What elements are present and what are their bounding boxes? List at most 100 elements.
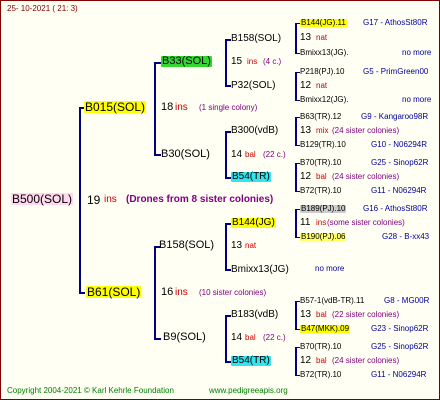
g4-queen: B72(TR).10	[300, 370, 342, 379]
grandparent-queen-1: B33(SOL)	[161, 55, 212, 67]
parent-queen-2: B61(SOL)	[86, 285, 142, 299]
pedigree-chart: 25- 10-2021 ( 21: 3) B500(SOL) 19 ins (D…	[0, 0, 440, 400]
p1-num: 18	[161, 101, 174, 113]
g3-queen-1: B158(SOL)	[231, 33, 282, 44]
p2-num: 16	[161, 286, 174, 298]
site-link[interactable]: www.pedigreeapis.org	[209, 387, 288, 395]
connector	[225, 131, 227, 178]
g4-queen: B63(TR).12	[300, 112, 342, 121]
connector	[79, 292, 85, 294]
connector	[79, 107, 81, 293]
gp4-note: (22 c.)	[263, 333, 286, 342]
g4-info: no more	[402, 48, 432, 57]
date-stamp: 25- 10-2021 ( 21: 3)	[7, 4, 78, 13]
g4-note: (some sister colonies)	[327, 218, 405, 227]
connector	[295, 301, 297, 330]
root-ins: ins	[104, 194, 117, 205]
g4-num: 12	[300, 80, 312, 91]
p2-ins: ins	[175, 287, 188, 298]
grandparent-queen-3: B158(SOL)	[159, 239, 215, 251]
connector	[295, 23, 297, 54]
g4-queen: Bmixx12(JG).	[300, 95, 349, 104]
g4-num: 13	[300, 32, 312, 43]
parent-queen-1: B015(SOL)	[84, 100, 147, 114]
connector	[295, 209, 297, 238]
p1-ins: ins	[175, 102, 188, 113]
g4-info: G17 - AthosSt80R	[363, 18, 428, 27]
connector	[154, 62, 156, 155]
gp1-num: 15	[231, 56, 243, 67]
gp1-note: (4 c.)	[263, 57, 282, 66]
g4-info: G8 - MG00R	[384, 296, 430, 305]
g4-queen: B70(TR).10	[300, 158, 342, 167]
g4-info: G10 - N06294R	[371, 140, 428, 149]
gp4-ins: bal	[245, 333, 256, 342]
g4-queen: B189(PJ).10	[300, 204, 347, 213]
g4-info: G25 - Sinop62R	[371, 158, 429, 167]
g3-queen-3: B300(vdB)	[231, 125, 279, 136]
g4-ins: mix	[316, 126, 329, 135]
connector	[295, 163, 297, 192]
g3-queen-8: B54(TR)	[231, 355, 271, 366]
gp3-num: 13	[231, 240, 243, 251]
g4-queen: B72(TR).10	[300, 186, 342, 195]
gp1-ins: ins	[247, 57, 258, 66]
connector	[295, 347, 297, 376]
g4-num: 13	[300, 125, 312, 136]
g4-info: G11 - N06294R	[371, 186, 427, 195]
g4-ins: bal	[316, 172, 327, 181]
g4-ins: bal	[316, 356, 327, 365]
connector	[154, 154, 161, 156]
g4-num: 13	[300, 309, 312, 320]
g4-queen: B57-1(vdB-TR).11	[300, 296, 365, 305]
g4-note: (24 sister colonies)	[332, 356, 400, 365]
root-note: (Drones from 8 sister colonies)	[126, 194, 274, 205]
g4-queen: B190(PJ).06	[300, 232, 347, 241]
g3-queen-6: Bmixx13(JG)	[231, 264, 289, 275]
g3-queen-2: P32(SOL)	[231, 80, 276, 91]
gp2-num: 14	[231, 149, 243, 160]
gp2-ins: bal	[245, 150, 256, 159]
g4-queen: B129(TR).10	[300, 140, 346, 149]
connector	[225, 39, 227, 86]
connector	[295, 72, 297, 101]
g4-num: 12	[300, 355, 312, 366]
g4-info: G11 - N06294R	[371, 370, 427, 379]
g4-info: G25 - Sinop62R	[371, 342, 429, 351]
g4-num: 12	[300, 171, 312, 182]
g3-queen-7: B183(vdB)	[231, 309, 279, 320]
gp3-ins: nat	[245, 241, 257, 250]
p1-note: (1 single colony)	[199, 103, 258, 112]
gp4-num: 14	[231, 332, 243, 343]
grandparent-queen-4: B9(SOL)	[163, 331, 206, 343]
g4-info: G16 - AthosSt80R	[363, 204, 428, 213]
connector	[154, 62, 161, 64]
root-queen: B500(SOL)	[11, 192, 74, 206]
g4-note: (24 sister colonies)	[332, 126, 400, 135]
g4-note: (24 sister colonies)	[332, 172, 400, 181]
gp2-note: (22 c.)	[263, 150, 286, 159]
g4-queen: P218(PJ).10	[300, 67, 345, 76]
connector	[154, 338, 161, 340]
connector	[225, 315, 227, 362]
g4-queen: Bmixx13(JG).	[300, 48, 349, 57]
g4-queen: B47(MKK).09	[300, 324, 351, 333]
copyright: Copyright 2004-2021 © Karl Kehrle Founda…	[7, 386, 174, 395]
g4-ins: ins	[316, 218, 327, 227]
g4-queen: B144(JG).11	[300, 18, 347, 27]
g4-ins: nat	[316, 33, 328, 42]
g4-ins: nat	[316, 81, 328, 90]
g4-info: G23 - Sinop62R	[371, 324, 429, 333]
root-num: 19	[87, 193, 101, 207]
g4-info: no more	[315, 264, 345, 273]
g4-info: no more	[402, 95, 432, 104]
connector	[154, 246, 156, 339]
g4-info: G9 - Kangaroo98R	[361, 112, 429, 121]
g4-info: G5 - PrimGreen00	[363, 67, 429, 76]
g3-queen-5: B144(JG)	[231, 217, 276, 228]
connector	[225, 223, 227, 270]
g4-note: (22 sister colonies)	[332, 310, 400, 319]
connector	[295, 117, 297, 146]
g4-num: 11	[300, 217, 311, 228]
g4-ins: bal	[316, 310, 327, 319]
